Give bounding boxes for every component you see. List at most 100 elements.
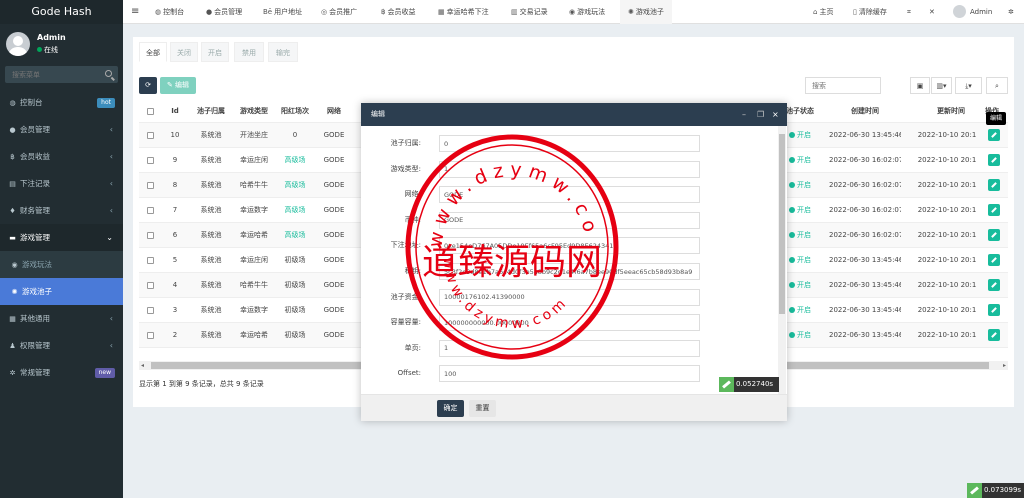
filter-tab-closed[interactable]: 关闭 <box>170 42 198 62</box>
scroll-left-icon[interactable]: ◂ <box>141 361 144 370</box>
row-edit-button[interactable] <box>985 298 1003 323</box>
row-edit-button[interactable] <box>985 273 1003 298</box>
export-icon[interactable]: ⤓▾ <box>955 77 982 94</box>
scroll-right-icon[interactable]: ▸ <box>1003 361 1006 370</box>
tab-addresses[interactable]: Bē 用户地址 <box>263 0 302 24</box>
tab-promotion[interactable]: ◎ 会员推广 <box>321 0 357 24</box>
row-edit-button[interactable] <box>985 123 1003 148</box>
sidebar-item-bets[interactable]: ▤ 下注记录 ‹ <box>0 170 123 197</box>
modal-form: 池子归属: 游戏类型: 网络: 币种: 下注地址: 私钥: 池子资金: 容量容量: 单页: Off… <box>361 126 787 394</box>
form-input[interactable] <box>439 339 700 357</box>
row-checkbox[interactable] <box>143 273 157 298</box>
form-input[interactable] <box>439 288 700 306</box>
row-edit-button[interactable] <box>985 248 1003 273</box>
row-edit-button[interactable] <box>985 323 1003 348</box>
translate-icon[interactable]: ⌗ <box>907 0 911 24</box>
tab-transactions[interactable]: ▥ 交易记录 <box>511 0 548 24</box>
form-input[interactable] <box>439 135 700 152</box>
menu-toggle-icon[interactable]: ≡ <box>131 0 139 24</box>
columns-icon[interactable]: ▥▾ <box>931 77 952 94</box>
reset-button[interactable]: 重置 <box>469 400 496 417</box>
maximize-icon[interactable]: ❐ <box>757 103 764 126</box>
settings-gear-icon[interactable]: ✲ <box>1008 0 1014 24</box>
tab-members[interactable]: ● 会员管理 <box>206 0 242 24</box>
col-id[interactable]: Id <box>165 99 185 123</box>
col-session[interactable]: 阳红场次 <box>275 99 315 123</box>
fullscreen-icon[interactable]: ✕ <box>929 0 935 24</box>
sidebar-item-earnings[interactable]: ฿ 会员收益 ‹ <box>0 143 123 170</box>
menu-search-input[interactable] <box>5 66 100 83</box>
sidebar-item-dashboard[interactable]: ◍ 控制台 hot <box>0 89 123 116</box>
sidebar-item-settings[interactable]: ✲ 常规管理 new <box>0 359 123 386</box>
home-link[interactable]: ⌂ 主页 <box>813 0 833 24</box>
tab-game-rules[interactable]: ◉ 游戏玩法 <box>569 0 605 24</box>
col-network[interactable]: 网络 <box>319 99 349 123</box>
modal-scrollbar[interactable] <box>778 126 786 394</box>
row-checkbox[interactable] <box>143 248 157 273</box>
cell-type: 幸运哈希 <box>240 231 268 239</box>
pencil-icon <box>988 129 1000 141</box>
row-edit-button[interactable] <box>985 198 1003 223</box>
filter-tab-open[interactable]: 开启 <box>201 42 229 62</box>
sidebar-item-games[interactable]: ▬ 游戏管理 ⌄ <box>0 224 123 251</box>
form-label: 币种: <box>404 215 421 224</box>
row-checkbox[interactable] <box>143 323 157 348</box>
filter-tab-all[interactable]: 全部 <box>139 42 167 62</box>
sidebar-item-general[interactable]: ▦ 其他通用 ‹ <box>0 305 123 332</box>
sidebar-item-game-pools[interactable]: ✺ 游戏池子 <box>0 278 123 305</box>
col-owner[interactable]: 池子归属 <box>191 99 231 123</box>
select-all-checkbox[interactable] <box>143 99 157 123</box>
sidebar-item-finance[interactable]: ♦ 财务管理 ‹ <box>0 197 123 224</box>
form-input[interactable] <box>439 365 700 383</box>
table-search-input[interactable] <box>805 77 881 94</box>
chevron-left-icon: ‹ <box>109 314 113 323</box>
top-avatar[interactable] <box>953 5 966 18</box>
tab-hash-bets[interactable]: ▦ 幸运哈希下注 <box>438 0 489 24</box>
row-edit-button[interactable] <box>985 173 1003 198</box>
user-name: Admin <box>37 33 66 42</box>
row-edit-button[interactable] <box>985 223 1003 248</box>
modal-scroll-thumb[interactable] <box>779 134 785 314</box>
row-checkbox[interactable] <box>143 223 157 248</box>
search-icon[interactable] <box>105 70 112 77</box>
cell-id: 10 <box>170 131 180 139</box>
brand-logo[interactable]: Gode Hash <box>0 0 123 24</box>
close-icon[interactable]: × <box>772 103 779 126</box>
col-type[interactable]: 游戏类型 <box>234 99 274 123</box>
sidebar-item-permissions[interactable]: ♟ 权限管理 ‹ <box>0 332 123 359</box>
sidebar-item-label: 控制台 <box>20 98 43 107</box>
topbar: ≡ ◍ 控制台 ● 会员管理 Bē 用户地址 ◎ 会员推广 ฿会员收益 ▦ 幸运哈希下注 … <box>123 0 1024 24</box>
row-checkbox[interactable] <box>143 148 157 173</box>
tab-earnings[interactable]: ฿会员收益 <box>381 0 415 24</box>
form-input[interactable] <box>439 160 700 178</box>
form-input[interactable] <box>439 211 700 229</box>
col-created[interactable]: 创建时间 <box>829 99 901 123</box>
tab-dashboard[interactable]: ◍ 控制台 <box>155 0 184 24</box>
sidebar-item-label: 下注记录 <box>20 179 50 188</box>
form-input[interactable] <box>439 263 700 280</box>
toggle-view-icon[interactable]: ▣ <box>910 77 930 94</box>
cell-session: 初级场 <box>284 306 306 314</box>
form-input[interactable] <box>439 237 700 255</box>
row-checkbox[interactable] <box>143 173 157 198</box>
row-checkbox[interactable] <box>143 298 157 323</box>
row-edit-button[interactable] <box>985 148 1003 173</box>
form-input[interactable] <box>439 314 700 332</box>
form-input[interactable] <box>439 186 700 204</box>
sidebar-item-members[interactable]: ● 会员管理 ‹ <box>0 116 123 143</box>
col-updated[interactable]: 更新时间 <box>915 99 987 123</box>
tab-game-pools[interactable]: ✺ 游戏池子 <box>620 0 672 24</box>
sidebar-item-game-rules[interactable]: ◉ 游戏玩法 <box>0 251 123 278</box>
row-checkbox[interactable] <box>143 198 157 223</box>
search-toggle-icon[interactable]: ⌕ <box>986 77 1008 94</box>
minimize-icon[interactable]: – <box>742 103 746 126</box>
toolbar-edit-button[interactable]: ✎ 编辑 <box>160 77 196 94</box>
confirm-button[interactable]: 确定 <box>437 400 464 417</box>
filter-tab-disabled[interactable]: 禁用 <box>234 42 264 62</box>
sidebar-item-label: 财务管理 <box>20 206 50 215</box>
filter-tab-lost[interactable]: 输完 <box>268 42 298 62</box>
top-username[interactable]: Admin <box>970 0 992 24</box>
row-checkbox[interactable] <box>143 123 157 148</box>
clear-cache-button[interactable]: ▯ 清除缓存 <box>853 0 887 24</box>
refresh-button[interactable]: ⟳ <box>139 77 157 94</box>
